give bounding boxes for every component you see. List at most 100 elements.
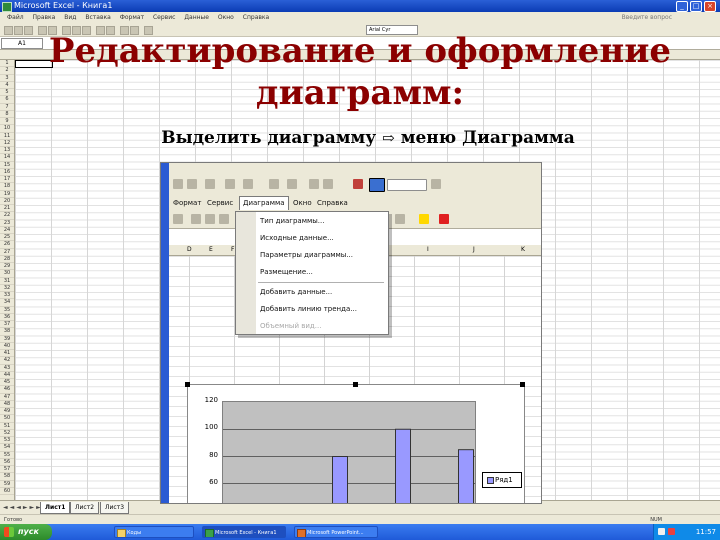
plot-area[interactable] xyxy=(222,401,476,505)
menu-item-add-trendline[interactable]: Добавить линию тренда... xyxy=(260,303,357,315)
bar[interactable] xyxy=(395,428,411,504)
menu-format[interactable]: Формат xyxy=(173,197,201,210)
redo-icon[interactable] xyxy=(243,179,253,189)
menu-edit[interactable]: Правка xyxy=(33,12,56,23)
undo-icon[interactable] xyxy=(225,179,235,189)
menu-item-add-data[interactable]: Добавить данные... xyxy=(260,286,332,298)
row-header[interactable]: 13 xyxy=(0,147,14,155)
taskbar-item-excel[interactable]: Microsoft Excel - Книга1 xyxy=(202,526,286,538)
row-header[interactable]: 26 xyxy=(0,241,14,249)
start-button[interactable]: пуск xyxy=(0,524,52,540)
sheet-tab-1[interactable]: Лист1 xyxy=(40,502,71,514)
network-icon[interactable] xyxy=(658,528,665,535)
resize-handle[interactable] xyxy=(185,382,190,387)
menu-item-chart-options[interactable]: Параметры диаграммы... xyxy=(260,249,353,261)
menu-insert[interactable]: Вставка xyxy=(85,12,110,23)
row-header[interactable]: 48 xyxy=(0,401,14,408)
preview-icon[interactable] xyxy=(187,179,197,189)
row-header[interactable]: 54 xyxy=(0,444,14,452)
row-header[interactable]: 28 xyxy=(0,256,14,263)
chart-legend[interactable]: Ряд1 xyxy=(482,472,522,488)
menu-diagram-open[interactable]: Диаграмма xyxy=(239,196,289,210)
row-header[interactable]: 49 xyxy=(0,408,14,416)
row-header[interactable]: 51 xyxy=(0,423,14,430)
row-header[interactable]: 58 xyxy=(0,473,14,481)
chart-object[interactable]: 120 100 80 60 Ряд1 xyxy=(185,382,525,505)
row-header[interactable]: 27 xyxy=(0,249,14,256)
menu-item-location[interactable]: Размещение... xyxy=(260,266,313,278)
row-header[interactable]: 25 xyxy=(0,234,14,242)
maximize-icon[interactable]: □ xyxy=(690,1,702,12)
sheet-tab-3[interactable]: Лист3 xyxy=(100,502,130,514)
menu-item-chart-type[interactable]: Тип диаграммы... xyxy=(260,215,324,227)
bar[interactable] xyxy=(332,456,348,505)
print-icon[interactable] xyxy=(173,179,183,189)
row-header[interactable]: 23 xyxy=(0,220,14,227)
row-header[interactable]: 9 xyxy=(0,118,14,126)
row-header[interactable]: 31 xyxy=(0,278,14,285)
row-header[interactable]: 56 xyxy=(0,459,14,466)
row-header[interactable]: 43 xyxy=(0,365,14,372)
row-header[interactable]: 36 xyxy=(0,314,14,321)
row-header[interactable]: 32 xyxy=(0,285,14,292)
sort-descending-icon[interactable] xyxy=(323,179,333,189)
row-header[interactable]: 44 xyxy=(0,372,14,379)
drawing-icon[interactable] xyxy=(369,178,385,192)
row-header[interactable]: 60 xyxy=(0,488,14,495)
row-header[interactable]: 14 xyxy=(0,154,14,162)
zoom-field[interactable] xyxy=(387,179,427,191)
close-icon[interactable]: × xyxy=(704,1,716,12)
row-header[interactable]: 20 xyxy=(0,198,14,205)
sort-ascending-icon[interactable] xyxy=(309,179,319,189)
row-header[interactable]: 24 xyxy=(0,227,14,234)
menu-help[interactable]: Справка xyxy=(243,12,269,23)
row-header[interactable]: 52 xyxy=(0,430,14,437)
autosum-icon[interactable] xyxy=(287,179,297,189)
row-header[interactable]: 47 xyxy=(0,394,14,401)
row-header[interactable]: 45 xyxy=(0,379,14,387)
menu-item-source-data[interactable]: Исходные данные... xyxy=(260,232,334,244)
row-header[interactable]: 19 xyxy=(0,191,14,198)
minimize-icon[interactable]: _ xyxy=(676,1,688,12)
row-header[interactable]: 57 xyxy=(0,466,14,474)
row-header[interactable]: 38 xyxy=(0,328,14,336)
row-header[interactable]: 33 xyxy=(0,292,14,300)
antivirus-icon[interactable] xyxy=(668,528,675,535)
taskbar-item-powerpoint[interactable]: Microsoft PowerPoint... xyxy=(294,526,378,538)
align-left-icon[interactable] xyxy=(191,214,201,224)
chart-wizard-icon[interactable] xyxy=(353,179,363,189)
row-header[interactable]: 42 xyxy=(0,357,14,365)
align-right-icon[interactable] xyxy=(219,214,229,224)
row-header[interactable]: 55 xyxy=(0,452,14,459)
menu-tools[interactable]: Сервис xyxy=(207,197,233,210)
menu-tools[interactable]: Сервис xyxy=(153,12,175,23)
resize-handle[interactable] xyxy=(353,382,358,387)
row-header[interactable]: 37 xyxy=(0,321,14,329)
row-header[interactable]: 21 xyxy=(0,205,14,213)
row-header[interactable]: 50 xyxy=(0,415,14,423)
menu-window[interactable]: Окно xyxy=(293,197,312,210)
help-icon[interactable] xyxy=(431,179,441,189)
align-center-icon[interactable] xyxy=(205,214,215,224)
row-header[interactable]: 35 xyxy=(0,307,14,314)
hyperlink-icon[interactable] xyxy=(269,179,279,189)
row-header[interactable]: 53 xyxy=(0,437,14,445)
fill-color-icon[interactable] xyxy=(419,214,429,224)
help-question-box[interactable]: Введите вопрос xyxy=(622,12,672,23)
row-header[interactable]: 59 xyxy=(0,481,14,488)
sheet-nav-arrows-icon[interactable]: ◄◄◄►►► xyxy=(3,501,43,515)
underline-icon[interactable] xyxy=(173,214,183,224)
menu-help[interactable]: Справка xyxy=(317,197,348,210)
resize-handle[interactable] xyxy=(520,382,525,387)
row-header[interactable]: 30 xyxy=(0,270,14,278)
row-header[interactable]: 39 xyxy=(0,336,14,343)
row-header[interactable]: 17 xyxy=(0,176,14,184)
taskbar-item-folder[interactable]: Коды xyxy=(114,526,194,538)
row-header[interactable]: 34 xyxy=(0,299,14,307)
row-header[interactable]: 29 xyxy=(0,263,14,271)
menu-view[interactable]: Вид xyxy=(64,12,76,23)
borders-icon[interactable] xyxy=(395,214,405,224)
format-painter-icon[interactable] xyxy=(205,179,215,189)
row-header[interactable]: 18 xyxy=(0,183,14,191)
row-header[interactable]: 16 xyxy=(0,169,14,176)
